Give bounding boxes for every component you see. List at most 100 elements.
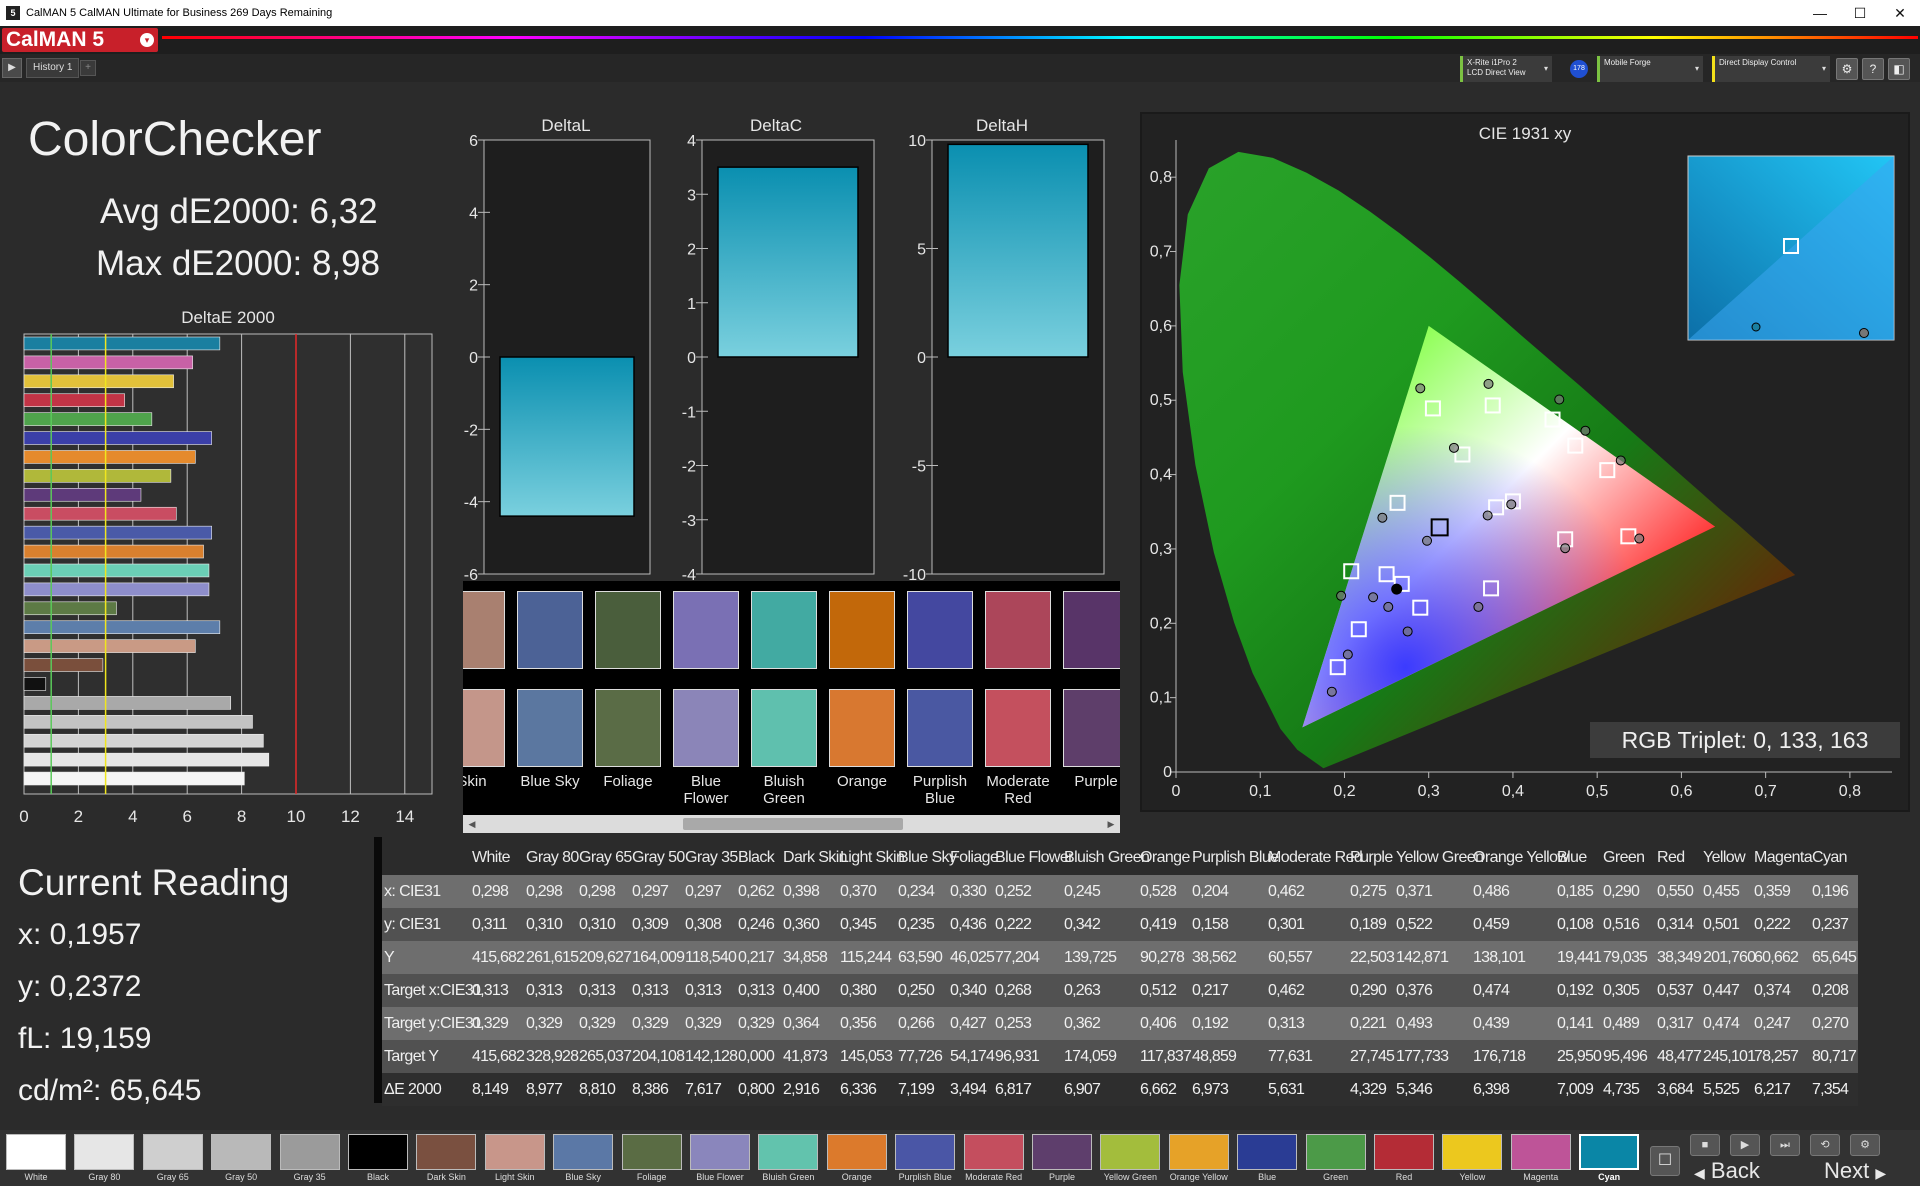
settings-icon[interactable]: ⚙ [1850, 1134, 1880, 1156]
table-cell: 0,501 [1703, 916, 1740, 933]
collapse-icon[interactable]: ◧ [1888, 58, 1910, 80]
table-cell: 65,645 [1812, 949, 1857, 966]
deltae-bar [23, 412, 153, 426]
scroll-left-icon[interactable]: ◀ [465, 817, 479, 831]
table-row-label: Y [384, 949, 395, 966]
minimize-button[interactable]: — [1800, 2, 1840, 24]
patch-button[interactable] [211, 1134, 272, 1170]
table-cell: 0,317 [1657, 1015, 1694, 1032]
skip-icon[interactable]: ⏭ [1770, 1134, 1800, 1156]
meter-selector[interactable]: X-Rite i1Pro 2 LCD Direct View ▾ [1460, 56, 1552, 82]
calman-menu-button[interactable]: CalMAN 5 ▾ [2, 28, 158, 52]
table-cell: 77,204 [995, 949, 1040, 966]
patch-button[interactable] [1510, 1134, 1571, 1170]
cie-x-tick-label: 0,8 [1839, 783, 1861, 800]
table-column-header: Blue [1557, 849, 1587, 866]
stop-square-icon[interactable]: ☐ [1650, 1146, 1680, 1176]
table-cell: 0,329 [632, 1015, 669, 1032]
display-selector[interactable]: Direct Display Control ▾ [1712, 56, 1830, 82]
table-cell: 25,950 [1557, 1048, 1602, 1065]
gear-icon[interactable]: ⚙ [1836, 58, 1858, 80]
table-cell: 0,329 [738, 1015, 775, 1032]
loop-icon[interactable]: ⟲ [1810, 1134, 1840, 1156]
patch-button[interactable] [74, 1134, 135, 1170]
add-tab-button[interactable]: + [80, 60, 96, 76]
patch-button[interactable] [6, 1134, 66, 1170]
maximize-button[interactable]: ☐ [1840, 2, 1880, 24]
stop-icon[interactable]: ■ [1690, 1134, 1720, 1156]
cie-measured-point [1554, 394, 1565, 405]
table-cell: 0,235 [898, 916, 935, 933]
patch-button[interactable] [1374, 1134, 1434, 1170]
play-icon[interactable]: ▶ [2, 58, 22, 78]
patch-button[interactable] [621, 1134, 682, 1170]
patch-button[interactable] [690, 1134, 750, 1170]
patch-button[interactable] [963, 1134, 1024, 1170]
patch-button[interactable] [416, 1134, 477, 1170]
brand-name: CalMAN 5 [6, 28, 105, 51]
table-cell: 0,362 [1064, 1015, 1101, 1032]
tab-history-1[interactable]: History 1 [26, 58, 80, 78]
patch-button[interactable] [1305, 1134, 1366, 1170]
meter-badge: 178 [1570, 60, 1588, 78]
cie-y-tick-label: 0,7 [1150, 244, 1172, 261]
actual-swatch [595, 591, 661, 669]
table-cell: 415,682 [472, 1048, 525, 1065]
scrollbar-thumb[interactable] [683, 818, 903, 830]
play-icon[interactable]: ▶ [1730, 1134, 1760, 1156]
deltae-bar [23, 450, 196, 464]
cie-measured-point [1326, 686, 1337, 697]
window-title: CalMAN 5 CalMAN Ultimate for Business 26… [26, 7, 333, 19]
next-arrow-icon: ▶ [1875, 1165, 1887, 1181]
patch-button[interactable] [1237, 1134, 1298, 1170]
table-cell: 27,745 [1350, 1048, 1395, 1065]
patch-button[interactable] [1100, 1134, 1161, 1170]
deltae-tick-label: 4 [128, 807, 137, 826]
table-cell: 0,512 [1140, 982, 1177, 999]
patch-button[interactable] [484, 1134, 545, 1170]
swatch-label: Skin [463, 773, 487, 790]
table-cell: 90,278 [1140, 949, 1185, 966]
table-cell: 79,035 [1603, 949, 1648, 966]
help-icon[interactable]: ? [1862, 58, 1884, 80]
table-row-label: Target Y [384, 1048, 439, 1065]
table-cell: 0,290 [1603, 883, 1640, 900]
patch-label: Red [1395, 1172, 1413, 1182]
patch-button[interactable] [142, 1134, 203, 1170]
patch-button[interactable] [1442, 1134, 1503, 1170]
deltae-bar [23, 525, 212, 540]
deltae-bar [23, 733, 264, 748]
swatch-label: Foliage [603, 773, 653, 790]
actual-swatch [517, 591, 583, 669]
cie-measured-point [1383, 601, 1394, 612]
patch-button[interactable] [1032, 1134, 1092, 1170]
deltae-bar [23, 601, 117, 616]
table-cell: 34,858 [783, 949, 828, 966]
patch-button[interactable] [1168, 1134, 1229, 1170]
back-button[interactable]: ◀ Back [1694, 1158, 1760, 1184]
patch-button[interactable] [553, 1134, 614, 1170]
next-button[interactable]: Next ▶ [1824, 1158, 1886, 1184]
patch-button[interactable] [279, 1134, 340, 1170]
target-swatch [907, 689, 973, 767]
table-cell: 63,590 [898, 949, 943, 966]
close-button[interactable]: ✕ [1880, 2, 1920, 24]
table-column-header: Gray 50 [632, 849, 685, 866]
table-cell: 0,192 [1192, 1015, 1229, 1032]
scroll-right-icon[interactable]: ▶ [1104, 817, 1118, 831]
table-cell: 0,462 [1268, 883, 1305, 900]
patch-button[interactable] [758, 1134, 819, 1170]
table-cell: 0,360 [783, 916, 820, 933]
table-cell: 22,503 [1350, 949, 1395, 966]
patch-button[interactable] [826, 1134, 887, 1170]
source-selector[interactable]: Mobile Forge ▾ [1597, 56, 1703, 82]
patch-button[interactable] [895, 1134, 956, 1170]
table-cell: 77,631 [1268, 1048, 1313, 1065]
swatch-scrollbar[interactable]: ◀ ▶ [463, 815, 1120, 833]
patch-button[interactable] [348, 1134, 408, 1170]
deltae-tick-label: 6 [182, 807, 191, 826]
table-cell: 5,631 [1268, 1081, 1305, 1098]
table-cell: 0,398 [783, 883, 820, 900]
cie-measured-point [1560, 543, 1571, 554]
patch-button[interactable] [1579, 1134, 1640, 1170]
